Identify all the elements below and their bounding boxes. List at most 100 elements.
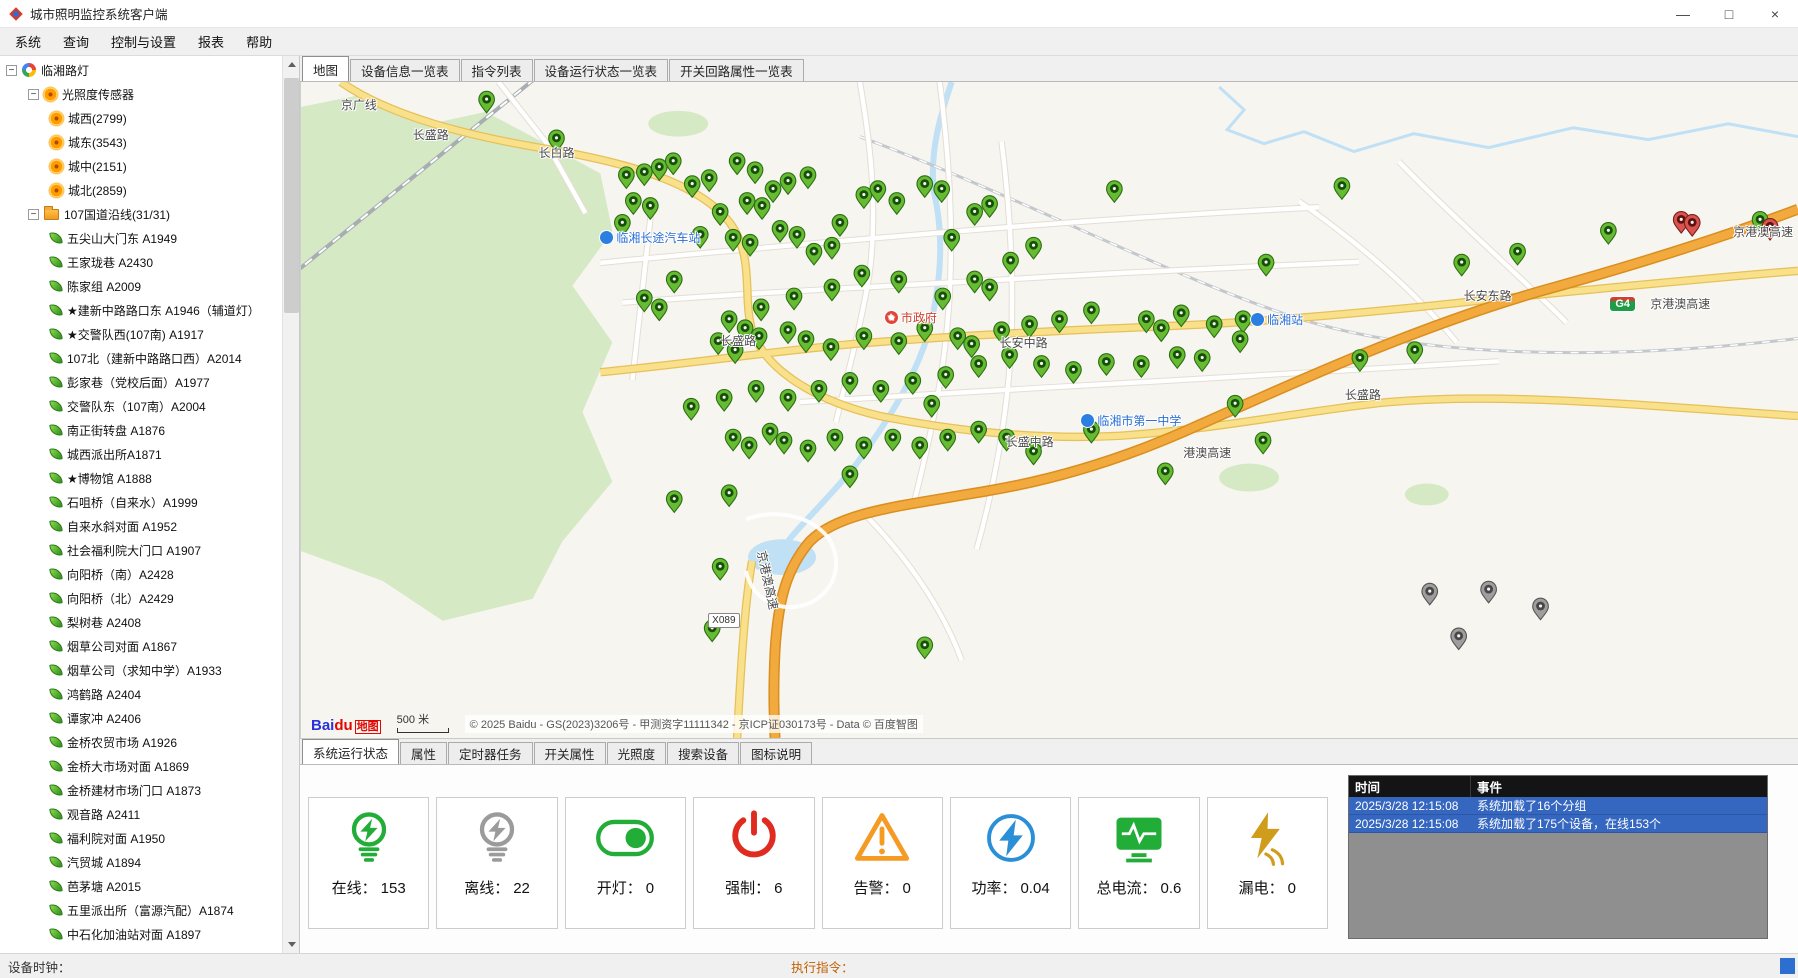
window-controls: — □ × [1660, 0, 1798, 27]
maximize-button[interactable]: □ [1706, 0, 1752, 27]
status-card-current: 总电流：0.6 [1078, 797, 1199, 929]
scroll-down-icon[interactable] [283, 936, 300, 953]
tree-item-label: 社会福利院大门口 A1907 [67, 542, 201, 559]
tree-device[interactable]: 金桥大市场对面 A1869 [0, 754, 282, 778]
menu-item[interactable]: 报表 [187, 28, 235, 55]
tree-device[interactable]: 交警队东（107南）A2004 [0, 394, 282, 418]
menu-item[interactable]: 帮助 [235, 28, 283, 55]
tree-device[interactable]: 陈家组 A2009 [0, 274, 282, 298]
tree-device[interactable]: 城北(2859) [0, 178, 282, 202]
leaf-icon [49, 543, 63, 557]
scrollbar-thumb[interactable] [284, 78, 299, 313]
menu-item[interactable]: 控制与设置 [100, 28, 187, 55]
exec-command-label: 执行指令： [791, 957, 854, 976]
tree-device[interactable]: 向阳桥（北）A2429 [0, 586, 282, 610]
tab[interactable]: 开关属性 [534, 742, 606, 764]
column-event[interactable]: 事件 [1471, 777, 1767, 796]
tab[interactable]: 设备信息一览表 [350, 59, 460, 81]
system-status-panel: 在线：153离线：22开灯：0强制：6告警：0功率：0.04总电流：0.6漏电：… [300, 765, 1798, 953]
collapse-toggle-icon[interactable]: − [28, 209, 39, 220]
offline-icon [467, 808, 527, 868]
tree-item-label: 金桥大市场对面 A1869 [67, 758, 189, 775]
tree-device[interactable]: 观音路 A2411 [0, 802, 282, 826]
column-time[interactable]: 时间 [1349, 776, 1471, 797]
collapse-toggle-icon[interactable]: − [28, 89, 39, 100]
tree-device[interactable]: 梨树巷 A2408 [0, 610, 282, 634]
tab[interactable]: 图标说明 [740, 742, 812, 764]
tree-device[interactable]: 福利院对面 A1950 [0, 826, 282, 850]
tree-group[interactable]: −107国道沿线(31/31) [0, 202, 282, 226]
event-time: 2025/3/28 12:15:08 [1349, 817, 1471, 831]
tab[interactable]: 定时器任务 [448, 742, 533, 764]
sidebar-scrollbar[interactable] [282, 56, 299, 953]
tree-device[interactable]: 向阳桥（南）A2428 [0, 562, 282, 586]
menu-item[interactable]: 系统 [4, 28, 52, 55]
tab[interactable]: 设备运行状态一览表 [534, 59, 669, 81]
device-tree: −临湘路灯−光照度传感器城西(2799)城东(3543)城中(2151)城北(2… [0, 58, 282, 953]
tab[interactable]: 搜索设备 [667, 742, 739, 764]
tree-item-label: 金桥农贸市场 A1926 [67, 734, 177, 751]
status-card-text: 总电流：0.6 [1097, 877, 1182, 898]
close-button[interactable]: × [1752, 0, 1798, 27]
tree-group[interactable]: −光照度传感器 [0, 82, 282, 106]
tab[interactable]: 指令列表 [461, 59, 533, 81]
event-log-row[interactable]: 2025/3/28 12:15:08系统加载了16个分组 [1349, 797, 1767, 815]
tree-device[interactable]: 烟草公司对面 A1867 [0, 634, 282, 658]
sun-icon [50, 160, 63, 173]
event-log-row[interactable]: 2025/3/28 12:15:08系统加载了175个设备，在线153个 [1349, 815, 1767, 833]
tree-device[interactable]: 金桥农贸市场 A1926 [0, 730, 282, 754]
status-cards: 在线：153离线：22开灯：0强制：6告警：0功率：0.04总电流：0.6漏电：… [308, 797, 1328, 929]
tab[interactable]: 地图 [302, 56, 349, 81]
tree-device[interactable]: 南正街转盘 A1876 [0, 418, 282, 442]
tree-device[interactable]: 城西(2799) [0, 106, 282, 130]
leaf-icon [49, 927, 63, 941]
leaf-icon [49, 639, 63, 653]
tab[interactable]: 属性 [400, 742, 447, 764]
tree-device[interactable]: 汽贸城 A1894 [0, 850, 282, 874]
tree-item-label: 临湘路灯 [41, 62, 89, 79]
tree-device[interactable]: ★博物馆 A1888 [0, 466, 282, 490]
tree-item-label: 向阳桥（南）A2428 [67, 566, 174, 583]
tree-device[interactable]: 王家珑巷 A2430 [0, 250, 282, 274]
collapse-toggle-icon[interactable]: − [6, 65, 17, 76]
scroll-up-icon[interactable] [283, 56, 300, 73]
minimize-button[interactable]: — [1660, 0, 1706, 27]
tree-device[interactable]: ★交警队西(107南) A1917 [0, 322, 282, 346]
leaf-icon [49, 903, 63, 917]
tab[interactable]: 开关回路属性一览表 [669, 59, 804, 81]
tree-device[interactable]: 谭家冲 A2406 [0, 706, 282, 730]
tree-device[interactable]: 鸿鹤路 A2404 [0, 682, 282, 706]
tree-device[interactable]: 彭家巷（党校后面）A1977 [0, 370, 282, 394]
tree-item-label: 城北(2859) [68, 182, 127, 199]
tree-item-label: 福利院对面 A1950 [67, 830, 165, 847]
tree-device[interactable]: 五里派出所（富源汽配）A1874 [0, 898, 282, 922]
baidu-map[interactable] [301, 82, 1798, 738]
tree-device[interactable]: 自来水斜对面 A1952 [0, 514, 282, 538]
tree-device[interactable]: 中石化加油站对面 A1897 [0, 922, 282, 946]
tree-device[interactable]: 金桥建材市场门口 A1873 [0, 778, 282, 802]
tree-root[interactable]: − 临湘路灯 [0, 58, 282, 82]
menu-item[interactable]: 查询 [52, 28, 100, 55]
tree-device[interactable]: ★建新中路路口东 A1946（辅道灯） [0, 298, 282, 322]
tree-item-label: 谭家冲 A2406 [67, 710, 141, 727]
tree-device[interactable]: 芭茅塘 A2015 [0, 874, 282, 898]
tab[interactable]: 光照度 [607, 742, 667, 764]
tree-device[interactable]: 107北（建新中路路口西）A2014 [0, 346, 282, 370]
tree-device[interactable]: 城中(2151) [0, 154, 282, 178]
power-icon [981, 808, 1041, 868]
tree-item-label: 南正街转盘 A1876 [67, 422, 165, 439]
status-card-alarm: 告警：0 [822, 797, 943, 929]
leaf-icon [49, 783, 63, 797]
tree-device[interactable]: 烟草公司（求知中学）A1933 [0, 658, 282, 682]
tree-item-label: 城西派出所A1871 [67, 446, 162, 463]
tree-device[interactable]: 五尖山大门东 A1949 [0, 226, 282, 250]
tree-device[interactable]: 社会福利院大门口 A1907 [0, 538, 282, 562]
tree-device[interactable]: 石咀桥（自来水）A1999 [0, 490, 282, 514]
leaf-icon [49, 735, 63, 749]
tree-device[interactable]: 城西派出所A1871 [0, 442, 282, 466]
tree-device[interactable]: 城东(3543) [0, 130, 282, 154]
tab[interactable]: 系统运行状态 [302, 739, 399, 764]
device-clock-label: 设备时钟： [8, 957, 71, 976]
tree-item-label: 向阳桥（北）A2429 [67, 590, 174, 607]
tree-item-label: 芭茅塘 A2015 [67, 878, 141, 895]
